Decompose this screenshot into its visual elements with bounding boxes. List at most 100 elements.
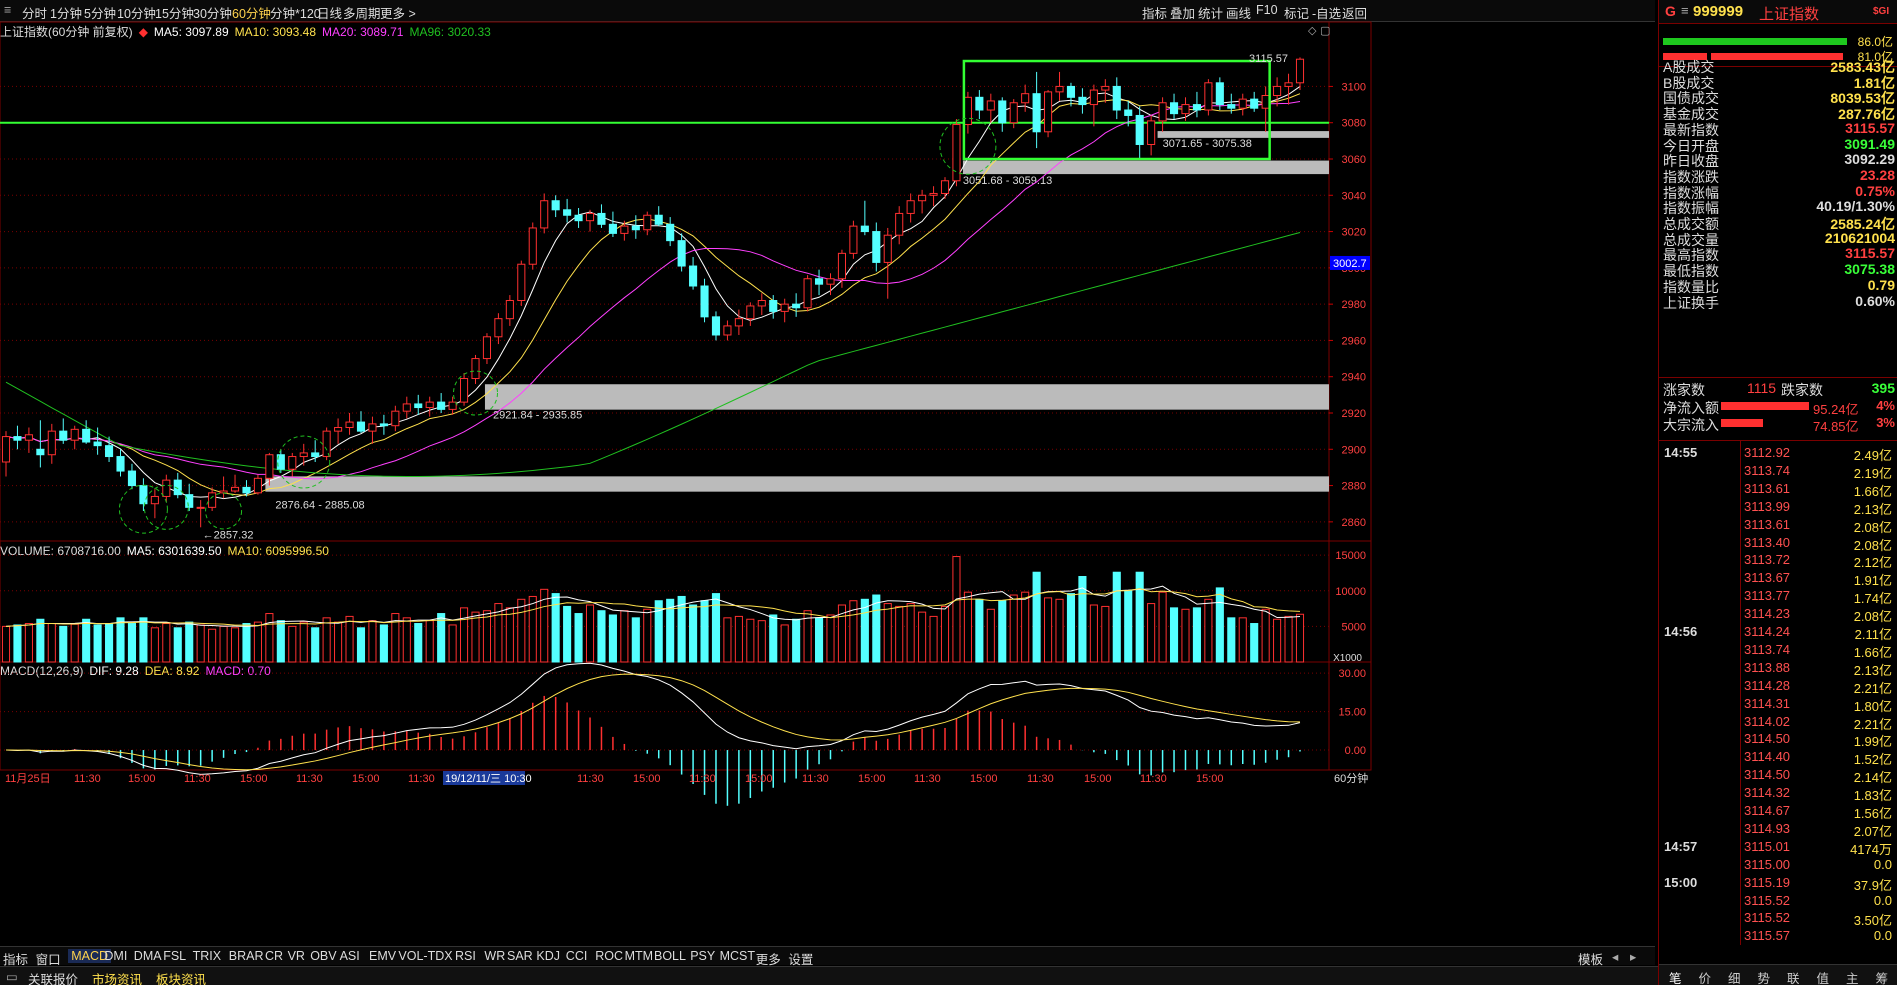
volume-bar xyxy=(1066,593,1076,663)
quote-tab[interactable]: 筹 xyxy=(1876,968,1889,985)
quote-tab[interactable]: 势 xyxy=(1758,968,1771,985)
volume-bar xyxy=(746,618,755,663)
quote-tab[interactable]: 联 xyxy=(1787,968,1800,985)
tick-row: 3114.40 1.52亿 xyxy=(1659,749,1897,767)
indicator-tab[interactable]: ROC xyxy=(595,949,623,963)
tick-volume: 2.13亿 xyxy=(1853,662,1892,678)
volume-bar xyxy=(242,623,251,663)
stock-name: 上证指数 xyxy=(1759,6,1820,23)
tick-time: 14:55 xyxy=(1664,445,1698,460)
indicator-tab[interactable]: MTM xyxy=(625,949,653,963)
volume-bar xyxy=(711,593,721,663)
scroll-left-icon[interactable]: ◂ xyxy=(1612,949,1618,964)
volume-bar xyxy=(93,624,102,663)
candle xyxy=(1009,99,1018,129)
volume-bar xyxy=(1169,607,1179,663)
tick-price: 3113.77 xyxy=(1744,588,1791,604)
indicator-tab[interactable]: DMA xyxy=(134,949,162,963)
diamond-icon[interactable]: ◇ xyxy=(1308,25,1317,37)
volume-bar xyxy=(402,617,411,663)
candle xyxy=(505,295,514,326)
volume-bar xyxy=(276,620,285,663)
candle xyxy=(1,431,11,477)
volume-bar xyxy=(1192,607,1201,663)
candle xyxy=(883,227,892,299)
window-icon[interactable]: ▭ xyxy=(6,969,18,984)
indicator-tab[interactable]: BRAR xyxy=(229,949,264,963)
tick-price: 3114.50 xyxy=(1744,731,1791,747)
menu-small-icon[interactable]: ≡ xyxy=(1681,3,1689,18)
time-axis-label: 11:30 xyxy=(914,773,941,785)
volume-bar xyxy=(1055,598,1064,663)
candle xyxy=(1147,115,1156,156)
volume-bar xyxy=(1204,598,1213,663)
time-axis-label: 15:00 xyxy=(858,773,886,785)
indicator-tab[interactable]: EMV xyxy=(369,949,396,963)
candle xyxy=(975,90,984,120)
time-axis-label: 15:00 xyxy=(1084,773,1112,785)
volume-bar xyxy=(379,624,388,663)
indicator-tab[interactable]: VOL-TDX xyxy=(398,949,452,963)
tick-row: 3113.99 2.13亿 xyxy=(1659,499,1897,517)
indicator-tab[interactable]: ASI xyxy=(340,949,360,963)
indicator-tab[interactable]: VR xyxy=(288,949,305,963)
volume-bar xyxy=(528,595,537,663)
time-axis-label: 11:30 xyxy=(296,773,323,785)
candle xyxy=(872,222,881,272)
time-axis-label: 11:30 xyxy=(74,773,101,785)
volume-bar xyxy=(700,600,709,663)
tick-row: 3114.31 1.80亿 xyxy=(1659,696,1897,714)
volume-bar xyxy=(1101,605,1110,663)
indicator-tab[interactable]: BOLL xyxy=(654,949,686,963)
tick-row: 3114.50 2.14亿 xyxy=(1659,767,1897,785)
volume-bar xyxy=(757,620,766,663)
stock-code: 999999 xyxy=(1693,3,1744,20)
indicator-tab[interactable]: PSY xyxy=(690,949,715,963)
tick-row: 14:56 3114.24 2.11亿 xyxy=(1659,624,1897,642)
candle xyxy=(162,474,171,502)
candle xyxy=(597,204,606,228)
time-axis-label: 15:00 xyxy=(1196,773,1224,785)
indicator-tab[interactable]: SAR xyxy=(507,949,533,963)
volume-bar xyxy=(1158,591,1167,663)
indicator-tab[interactable]: KDJ xyxy=(536,949,560,963)
candle xyxy=(860,200,869,236)
tick-row: 3113.88 2.13亿 xyxy=(1659,660,1897,678)
quote-tab[interactable]: 价 xyxy=(1699,968,1712,985)
indicator-tab[interactable]: WR xyxy=(484,949,505,963)
quote-tab[interactable]: 笔 xyxy=(1669,968,1682,985)
zone-label: 2876.64 - 2885.08 xyxy=(275,500,364,512)
indicator-tab[interactable]: CR xyxy=(265,949,283,963)
tick-price: 3115.57 xyxy=(1744,928,1791,944)
tick-row: 14:55 3112.92 2.49亿 xyxy=(1659,445,1897,463)
volume-bar xyxy=(814,617,824,663)
cursor-time-label: 19/12/11/三 10:30 xyxy=(445,773,532,785)
tick-row: 3114.67 1.56亿 xyxy=(1659,803,1897,821)
kline-chart[interactable]: 2860288029002920294029602980300030203040… xyxy=(0,0,1655,946)
indicator-tab[interactable]: DMI xyxy=(104,949,127,963)
window-icon[interactable]: ▢ xyxy=(1320,25,1330,37)
tick-volume: 2.07亿 xyxy=(1853,823,1892,839)
quote-tab[interactable]: 主 xyxy=(1846,968,1859,985)
volume-bar xyxy=(723,617,732,663)
indicator-tab[interactable]: TRIX xyxy=(193,949,221,963)
scroll-right-icon[interactable]: ▸ xyxy=(1630,949,1636,964)
volume-bar xyxy=(1250,623,1259,663)
status-tab-sector[interactable]: 板块资讯 xyxy=(156,969,206,985)
volume-bar xyxy=(1273,618,1282,663)
indicator-tab[interactable]: MCST xyxy=(720,949,755,963)
quote-tab[interactable]: 值 xyxy=(1817,968,1830,985)
indicator-tab[interactable]: CCI xyxy=(566,949,588,963)
status-tab-related[interactable]: 关联报价 xyxy=(28,969,78,985)
tick-row: 3114.50 1.99亿 xyxy=(1659,731,1897,749)
quote-tab[interactable]: 细 xyxy=(1728,968,1741,985)
volume-bar xyxy=(929,615,938,663)
tick-volume: 1.52亿 xyxy=(1853,752,1892,768)
stat-value: 40.19/1.30% xyxy=(1816,198,1895,215)
indicator-tab[interactable]: FSL xyxy=(163,949,186,963)
flow-value: 74.85亿 xyxy=(1813,419,1859,434)
indicator-tab[interactable]: RSI xyxy=(455,949,476,963)
status-tab-market[interactable]: 市场资讯 xyxy=(92,969,142,985)
indicator-tab[interactable]: OBV xyxy=(310,949,336,963)
volume-bar xyxy=(1032,571,1041,663)
